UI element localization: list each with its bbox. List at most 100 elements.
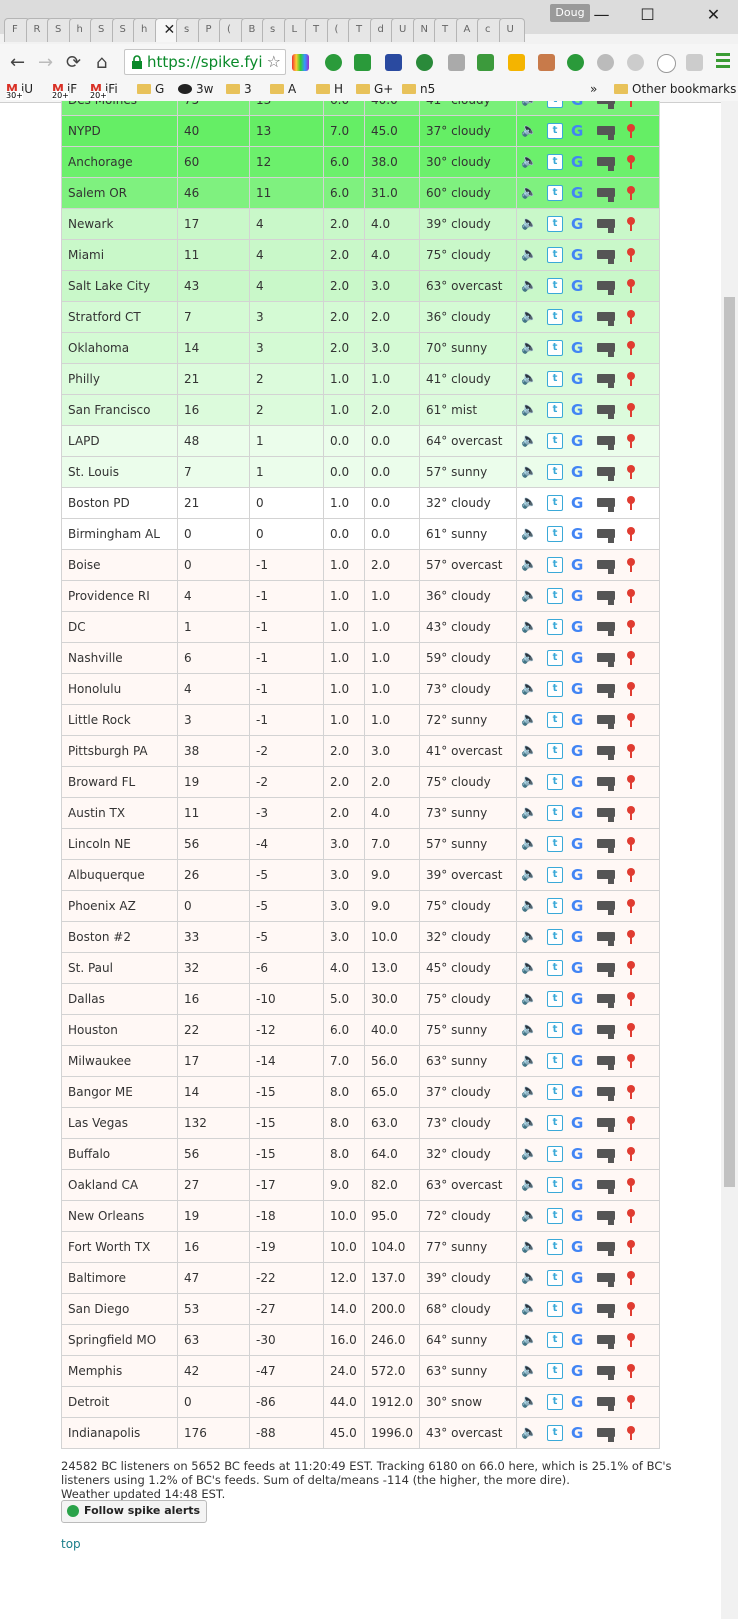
twitter-icon[interactable]: t [547, 371, 563, 387]
bookmark-h[interactable]: H [316, 82, 343, 96]
bookmark-a[interactable]: A [270, 82, 296, 96]
map-pin-icon[interactable] [627, 930, 635, 944]
google-icon[interactable]: G [571, 898, 589, 914]
map-pin-icon[interactable] [627, 837, 635, 851]
download-extension-icon[interactable] [627, 54, 644, 71]
speaker-icon[interactable]: 🔈 [521, 1425, 539, 1441]
map-pin-icon[interactable] [627, 651, 635, 665]
google-icon[interactable]: G [571, 991, 589, 1007]
map-pin-icon[interactable] [627, 1395, 635, 1409]
browser-tab[interactable]: U [498, 18, 525, 42]
twitter-icon[interactable]: t [547, 1146, 563, 1162]
google-icon[interactable]: G [571, 867, 589, 883]
map-pin-icon[interactable] [627, 155, 635, 169]
police-gun-icon[interactable] [597, 466, 615, 481]
map-pin-icon[interactable] [627, 1178, 635, 1192]
forward-icon[interactable]: → [38, 52, 53, 73]
speaker-icon[interactable]: 🔈 [521, 557, 539, 573]
map-pin-icon[interactable] [627, 1147, 635, 1161]
google-icon[interactable]: G [571, 340, 589, 356]
google-icon[interactable]: G [571, 1084, 589, 1100]
map-pin-icon[interactable] [627, 1302, 635, 1316]
twitter-icon[interactable]: t [547, 340, 563, 356]
google-icon[interactable]: G [571, 371, 589, 387]
speaker-icon[interactable]: 🔈 [521, 433, 539, 449]
police-gun-icon[interactable] [597, 683, 615, 698]
puzzle-extension-icon[interactable] [686, 54, 703, 71]
speaker-icon[interactable]: 🔈 [521, 185, 539, 201]
twitter-icon[interactable]: t [547, 464, 563, 480]
speaker-icon[interactable]: 🔈 [521, 340, 539, 356]
url-text[interactable]: https://spike.fyi [147, 53, 262, 71]
twitter-icon[interactable]: t [547, 1363, 563, 1379]
twitter-icon[interactable]: t [547, 309, 563, 325]
police-gun-icon[interactable] [597, 776, 615, 791]
twitter-icon[interactable]: t [547, 991, 563, 1007]
google-icon[interactable]: G [571, 929, 589, 945]
map-pin-icon[interactable] [627, 465, 635, 479]
map-pin-icon[interactable] [627, 1333, 635, 1347]
g-extension-icon[interactable] [657, 54, 676, 73]
google-icon[interactable]: G [571, 1394, 589, 1410]
follow-spike-alerts-button[interactable]: Follow spike alerts [61, 1500, 208, 1523]
a-extension-icon[interactable] [354, 54, 371, 71]
police-gun-icon[interactable] [597, 528, 615, 543]
police-gun-icon[interactable] [597, 404, 615, 419]
map-pin-icon[interactable] [627, 558, 635, 572]
speaker-icon[interactable]: 🔈 [521, 216, 539, 232]
twitter-icon[interactable]: t [547, 1270, 563, 1286]
map-pin-icon[interactable] [627, 992, 635, 1006]
police-gun-icon[interactable] [597, 807, 615, 822]
twitter-icon[interactable]: t [547, 836, 563, 852]
google-icon[interactable]: G [571, 1270, 589, 1286]
google-icon[interactable]: G [571, 1115, 589, 1131]
google-icon[interactable]: G [571, 402, 589, 418]
map-pin-icon[interactable] [627, 279, 635, 293]
google-icon[interactable]: G [571, 619, 589, 635]
map-pin-icon[interactable] [627, 372, 635, 386]
bookmark-3w[interactable]: 3w [178, 82, 213, 96]
color-extension-icon[interactable] [292, 54, 309, 71]
speaker-icon[interactable]: 🔈 [521, 619, 539, 635]
bookmark-star-icon[interactable]: ☆ [267, 52, 281, 71]
google-icon[interactable]: G [571, 526, 589, 542]
bookmark-iu[interactable]: MiU 30+ [6, 82, 33, 100]
police-gun-icon[interactable] [597, 621, 615, 636]
twitter-icon[interactable]: t [547, 650, 563, 666]
bookmark-if[interactable]: MiF 20+ [52, 82, 77, 100]
twitter-icon[interactable]: t [547, 1301, 563, 1317]
speaker-icon[interactable]: 🔈 [521, 774, 539, 790]
map-pin-icon[interactable] [627, 775, 635, 789]
evernote-extension-icon[interactable] [477, 54, 494, 71]
map-pin-icon[interactable] [627, 527, 635, 541]
map-pin-icon[interactable] [627, 1426, 635, 1440]
quote-extension-icon[interactable] [567, 54, 584, 71]
speaker-icon[interactable]: 🔈 [521, 1394, 539, 1410]
flag-extension-icon[interactable] [385, 54, 402, 71]
twitter-icon[interactable]: t [547, 278, 563, 294]
police-gun-icon[interactable] [597, 1427, 615, 1442]
google-icon[interactable]: G [571, 464, 589, 480]
google-icon[interactable]: G [571, 743, 589, 759]
google-icon[interactable]: G [571, 101, 589, 108]
home-icon[interactable]: ⌂ [96, 52, 107, 73]
speaker-icon[interactable]: 🔈 [521, 402, 539, 418]
police-gun-icon[interactable] [597, 101, 615, 109]
police-gun-icon[interactable] [597, 125, 615, 140]
speaker-icon[interactable]: 🔈 [521, 247, 539, 263]
police-gun-icon[interactable] [597, 1117, 615, 1132]
browser-menu-icon[interactable] [716, 53, 730, 71]
map-pin-icon[interactable] [627, 620, 635, 634]
google-icon[interactable]: G [571, 1177, 589, 1193]
speaker-icon[interactable]: 🔈 [521, 681, 539, 697]
speaker-icon[interactable]: 🔈 [521, 960, 539, 976]
map-pin-icon[interactable] [627, 248, 635, 262]
police-gun-icon[interactable] [597, 280, 615, 295]
rss-extension-icon[interactable] [448, 54, 465, 71]
person-extension-icon[interactable] [538, 54, 555, 71]
google-icon[interactable]: G [571, 123, 589, 139]
twitter-icon[interactable]: t [547, 1425, 563, 1441]
police-gun-icon[interactable] [597, 435, 615, 450]
gray-extension-icon[interactable] [597, 54, 614, 71]
police-gun-icon[interactable] [597, 187, 615, 202]
